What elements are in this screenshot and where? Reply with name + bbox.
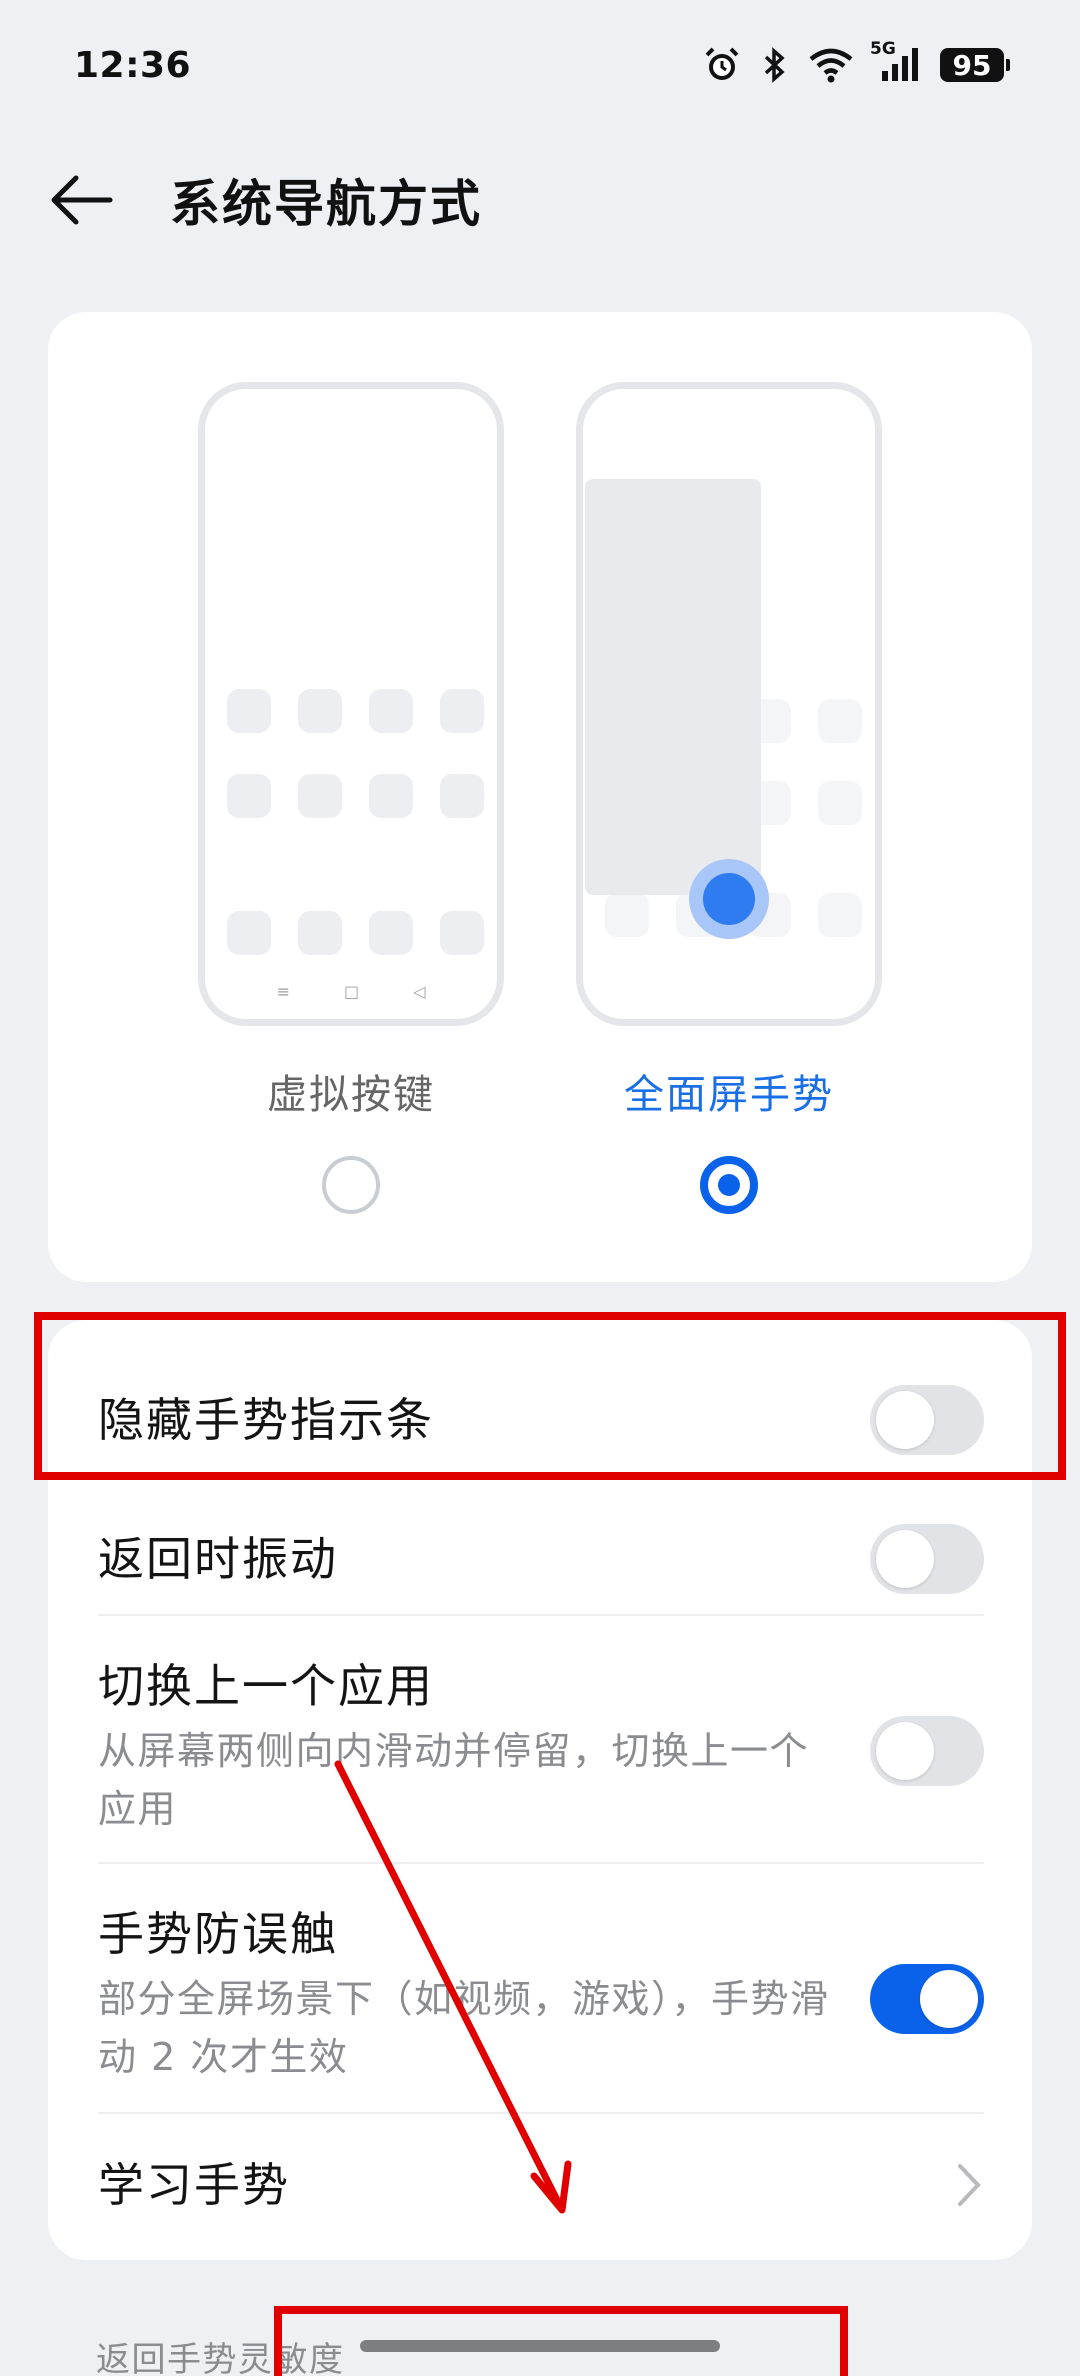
setting-title: 学习手势 <box>98 2158 290 2212</box>
back-arrow-icon <box>51 175 113 225</box>
network-type-label: 5G <box>870 39 896 59</box>
setting-gesture-guard[interactable]: 手势防误触 部分全屏场景下（如视频，游戏），手势滑动 2 次才生效 <box>98 1898 984 2098</box>
page-title: 系统导航方式 <box>170 175 482 233</box>
option-label: 虚拟按键 <box>267 1072 435 1118</box>
setting-description: 部分全屏场景下（如视频，游戏），手势滑动 2 次才生效 <box>98 1977 830 2079</box>
setting-title: 切换上一个应用 <box>98 1659 434 1713</box>
app-grid <box>227 689 484 733</box>
gesture-preview <box>576 382 882 1026</box>
touch-point-icon <box>689 859 769 939</box>
chevron-right-icon <box>958 2164 981 2206</box>
recent-app-card <box>585 479 761 895</box>
setting-description: 从屏幕两侧向内滑动并停留，切换上一个应用 <box>98 1729 810 1831</box>
setting-title: 返回时振动 <box>98 1532 338 1586</box>
divider <box>98 1862 984 1864</box>
back-key-icon: ◁ <box>413 982 426 1001</box>
back-button[interactable] <box>48 172 118 228</box>
wifi-icon <box>808 45 854 85</box>
bluetooth-icon <box>760 45 790 85</box>
app-grid <box>227 774 484 818</box>
toggle-vibrate-on-back[interactable] <box>870 1524 984 1594</box>
nav-option-gestures[interactable]: 全面屏手势 <box>576 382 882 1214</box>
radio-virtual-keys[interactable] <box>322 1156 380 1214</box>
home-key-icon: □ <box>343 982 360 1001</box>
annotation-box-home-indicator <box>274 2306 848 2376</box>
virtual-nav-keys: ≡ □ ◁ <box>205 982 497 1001</box>
alarm-icon <box>702 45 742 85</box>
annotation-box-hide-indicator <box>34 1312 1066 1480</box>
option-label: 全面屏手势 <box>624 1072 834 1118</box>
virtual-keys-preview: ≡ □ ◁ <box>198 382 504 1026</box>
app-grid <box>227 911 484 955</box>
page-header: 系统导航方式 <box>0 150 1080 250</box>
setting-vibrate-on-back[interactable]: 返回时振动 <box>98 1504 984 1614</box>
status-icons: 5G 95 <box>702 39 1010 85</box>
nav-option-virtual-keys[interactable]: ≡ □ ◁ 虚拟按键 <box>198 382 504 1214</box>
battery-indicator: 95 <box>940 48 1010 82</box>
status-bar: 12:36 5G 95 <box>0 0 1080 130</box>
toggle-gesture-guard[interactable] <box>870 1964 984 2034</box>
signal-icon: 5G <box>870 39 922 85</box>
radio-gestures[interactable] <box>700 1156 758 1214</box>
nav-mode-card: ≡ □ ◁ 虚拟按键 全面屏手势 <box>48 312 1032 1282</box>
setting-learn-gestures[interactable]: 学习手势 <box>98 2130 984 2240</box>
menu-key-icon: ≡ <box>276 982 290 1001</box>
toggle-switch-prev-app[interactable] <box>870 1716 984 1786</box>
setting-switch-prev-app[interactable]: 切换上一个应用 从屏幕两侧向内滑动并停留，切换上一个应用 <box>98 1650 984 1850</box>
status-time: 12:36 <box>74 44 192 86</box>
divider <box>98 2112 984 2114</box>
divider <box>98 1614 984 1616</box>
setting-title: 手势防误触 <box>98 1907 338 1961</box>
